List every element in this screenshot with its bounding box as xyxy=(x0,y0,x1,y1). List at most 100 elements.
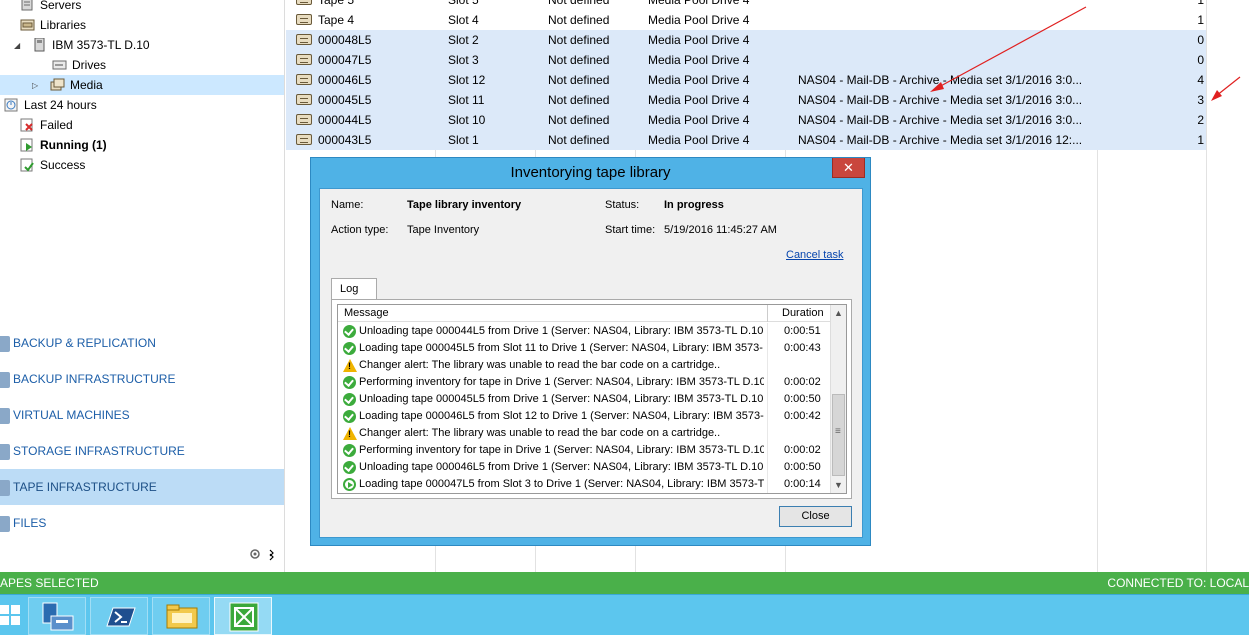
tab-log[interactable]: Log xyxy=(331,278,377,300)
tape-icon xyxy=(296,114,312,126)
log-item[interactable]: Unloading tape 000044L5 from Drive 1 (Se… xyxy=(338,323,831,340)
log-item[interactable]: Loading tape 000045L5 from Slot 11 to Dr… xyxy=(338,340,831,357)
start-icon[interactable] xyxy=(0,601,22,631)
scroll-thumb[interactable] xyxy=(832,394,845,476)
dialog-body: Name: Tape library inventory Status: In … xyxy=(319,188,863,538)
media-icon xyxy=(50,78,66,92)
media-row[interactable]: Tape 4 Slot 4 Not defined Media Pool Drive … xyxy=(286,10,1206,30)
tree-label: IBM 3573-TL D.10 xyxy=(52,38,150,52)
tree-label: Servers xyxy=(40,0,82,12)
media-row[interactable]: 000047L5 Slot 3 Not defined Media Pool Driv… xyxy=(286,50,1206,70)
cell-retention: Not defined xyxy=(548,33,610,47)
log-item[interactable]: Performing inventory for tape in Drive 1… xyxy=(338,374,831,391)
nav-backup-infrastructure[interactable]: BACKUP INFRASTRUCTURE xyxy=(0,361,284,397)
nav-tape-infrastructure[interactable]: TAPE INFRASTRUCTURE xyxy=(0,469,284,505)
nav-virtual-machines[interactable]: VIRTUAL MACHINES xyxy=(0,397,284,433)
cell-location: Slot 2 xyxy=(448,33,479,47)
inventory-dialog: Inventorying tape library ✕ Name: Tape l… xyxy=(310,157,871,546)
log-item[interactable]: Performing inventory for tape in Drive 1… xyxy=(338,442,831,459)
log-message: Loading tape 000047L5 from Slot 3 to Dri… xyxy=(359,478,764,490)
tape-infrastructure-icon xyxy=(0,479,10,496)
column-divider xyxy=(767,374,768,391)
tree-item-last-24-hours[interactable]: Last 24 hours xyxy=(4,95,97,115)
cell-retention: Not defined xyxy=(548,93,610,107)
close-button[interactable]: Close xyxy=(779,506,852,527)
cell-media-pool: Media Pool Drive 4 xyxy=(648,13,750,27)
cell-tape-name: 000046L5 xyxy=(296,70,431,90)
log-item[interactable]: Changer alert: The library was unable to… xyxy=(338,357,831,374)
virtual-machines-icon xyxy=(0,407,10,424)
tree-item-media[interactable]: ▷ Media xyxy=(0,75,284,95)
log-message: Changer alert: The library was unable to… xyxy=(359,427,721,439)
veeam-icon xyxy=(229,602,259,632)
powershell-button[interactable] xyxy=(90,597,148,635)
media-row[interactable]: 000046L5 Slot 12 Not defined Media Pool Dri… xyxy=(286,70,1206,90)
success-icon xyxy=(343,376,356,389)
start-time-label: Start time: xyxy=(605,224,656,236)
tree-item-drives[interactable]: Drives xyxy=(52,55,106,75)
nav-label: STORAGE INFRASTRUCTURE xyxy=(13,444,185,458)
cell-sequence: 0 xyxy=(1197,53,1204,67)
log-item[interactable]: Changer alert: The library was unable to… xyxy=(338,425,831,442)
log-duration: 0:00:14 xyxy=(784,478,821,490)
cell-media-set xyxy=(798,50,1095,70)
file-explorer-button[interactable] xyxy=(152,597,210,635)
nav-storage-infrastructure[interactable]: STORAGE INFRASTRUCTURE xyxy=(0,433,284,469)
log-duration: 0:00:43 xyxy=(784,342,821,354)
status-value: In progress xyxy=(664,199,724,211)
configure-navigation-icon[interactable] xyxy=(246,546,276,562)
nav-backup-replication[interactable]: BACKUP & REPLICATION xyxy=(0,325,284,361)
cell-sequence: 1 xyxy=(1197,0,1204,7)
log-scrollbar[interactable]: ▲ ▼ xyxy=(830,305,846,493)
veeam-console-button[interactable] xyxy=(214,597,272,635)
nav-files[interactable]: FILES xyxy=(0,505,284,541)
cell-location: Slot 1 xyxy=(448,133,479,147)
media-row[interactable]: 000044L5 Slot 10 Not defined Media Pool Dri… xyxy=(286,110,1206,130)
log-item[interactable]: Loading tape 000046L5 from Slot 12 to Dr… xyxy=(338,408,831,425)
cell-retention: Not defined xyxy=(548,133,610,147)
navigation-panel: Servers Libraries ◢ IBM 3573-TL D.10 Driv… xyxy=(0,0,285,572)
cell-location: Slot 3 xyxy=(448,53,479,67)
expanded-arrow-icon[interactable]: ◢ xyxy=(14,36,24,56)
cell-media-pool: Media Pool Drive 4 xyxy=(648,73,750,87)
cell-tape-name: 000048L5 xyxy=(296,30,431,50)
collapsed-arrow-icon[interactable]: ▷ xyxy=(32,76,42,96)
cell-location: Slot 10 xyxy=(448,113,486,127)
column-header-duration[interactable]: Duration xyxy=(782,305,824,322)
log-item[interactable]: Unloading tape 000045L5 from Drive 1 (Se… xyxy=(338,391,831,408)
success-icon xyxy=(343,410,356,423)
log-item[interactable]: Loading tape 000047L5 from Slot 3 to Dri… xyxy=(338,476,831,493)
tree-item-library[interactable]: ◢ IBM 3573-TL D.10 xyxy=(14,35,150,55)
file-explorer-icon xyxy=(166,604,198,629)
tree-item-libraries[interactable]: Libraries xyxy=(20,15,86,35)
log-duration: 0:00:50 xyxy=(784,461,821,473)
tree-item-running[interactable]: Running (1) xyxy=(20,135,107,155)
column-header-message[interactable]: Message xyxy=(344,305,389,322)
cell-tape-name: 000043L5 xyxy=(296,130,431,150)
drive-icon xyxy=(52,58,68,72)
server-manager-button[interactable] xyxy=(28,597,86,635)
media-row[interactable]: 000043L5 Slot 1 Not defined Media Pool Driv… xyxy=(286,130,1206,150)
cancel-task-link[interactable]: Cancel task xyxy=(786,249,843,261)
tree-label: Running (1) xyxy=(40,138,107,152)
scroll-down-icon[interactable]: ▼ xyxy=(833,478,844,492)
tree-label: Success xyxy=(40,158,86,172)
tree-item-servers[interactable]: Servers xyxy=(20,0,81,15)
column-divider xyxy=(767,425,768,442)
cell-tape-name: 000045L5 xyxy=(296,90,431,110)
media-row[interactable]: 000048L5 Slot 2 Not defined Media Pool Driv… xyxy=(286,30,1206,50)
media-row[interactable]: 000045L5 Slot 11 Not defined Media Pool Dri… xyxy=(286,90,1206,110)
action-type-value: Tape Inventory xyxy=(407,224,480,236)
tree-item-failed[interactable]: Failed xyxy=(20,115,73,135)
close-icon[interactable]: ✕ xyxy=(832,158,865,178)
log-item[interactable]: Unloading tape 000046L5 from Drive 1 (Se… xyxy=(338,459,831,476)
column-divider xyxy=(1206,0,1207,572)
tree-item-success[interactable]: Success xyxy=(20,155,85,175)
scroll-up-icon[interactable]: ▲ xyxy=(833,306,844,320)
cell-sequence: 1 xyxy=(1197,133,1204,147)
log-duration: 0:00:02 xyxy=(784,444,821,456)
cell-media-set: NAS04 - Mail-DB - Archive - Media set 3/… xyxy=(798,93,1083,107)
cell-sequence: 4 xyxy=(1197,73,1204,87)
media-row[interactable]: Tape 5 Slot 5 Not defined Media Pool Drive … xyxy=(286,0,1206,10)
cell-tape-name: Tape 4 xyxy=(296,10,431,30)
